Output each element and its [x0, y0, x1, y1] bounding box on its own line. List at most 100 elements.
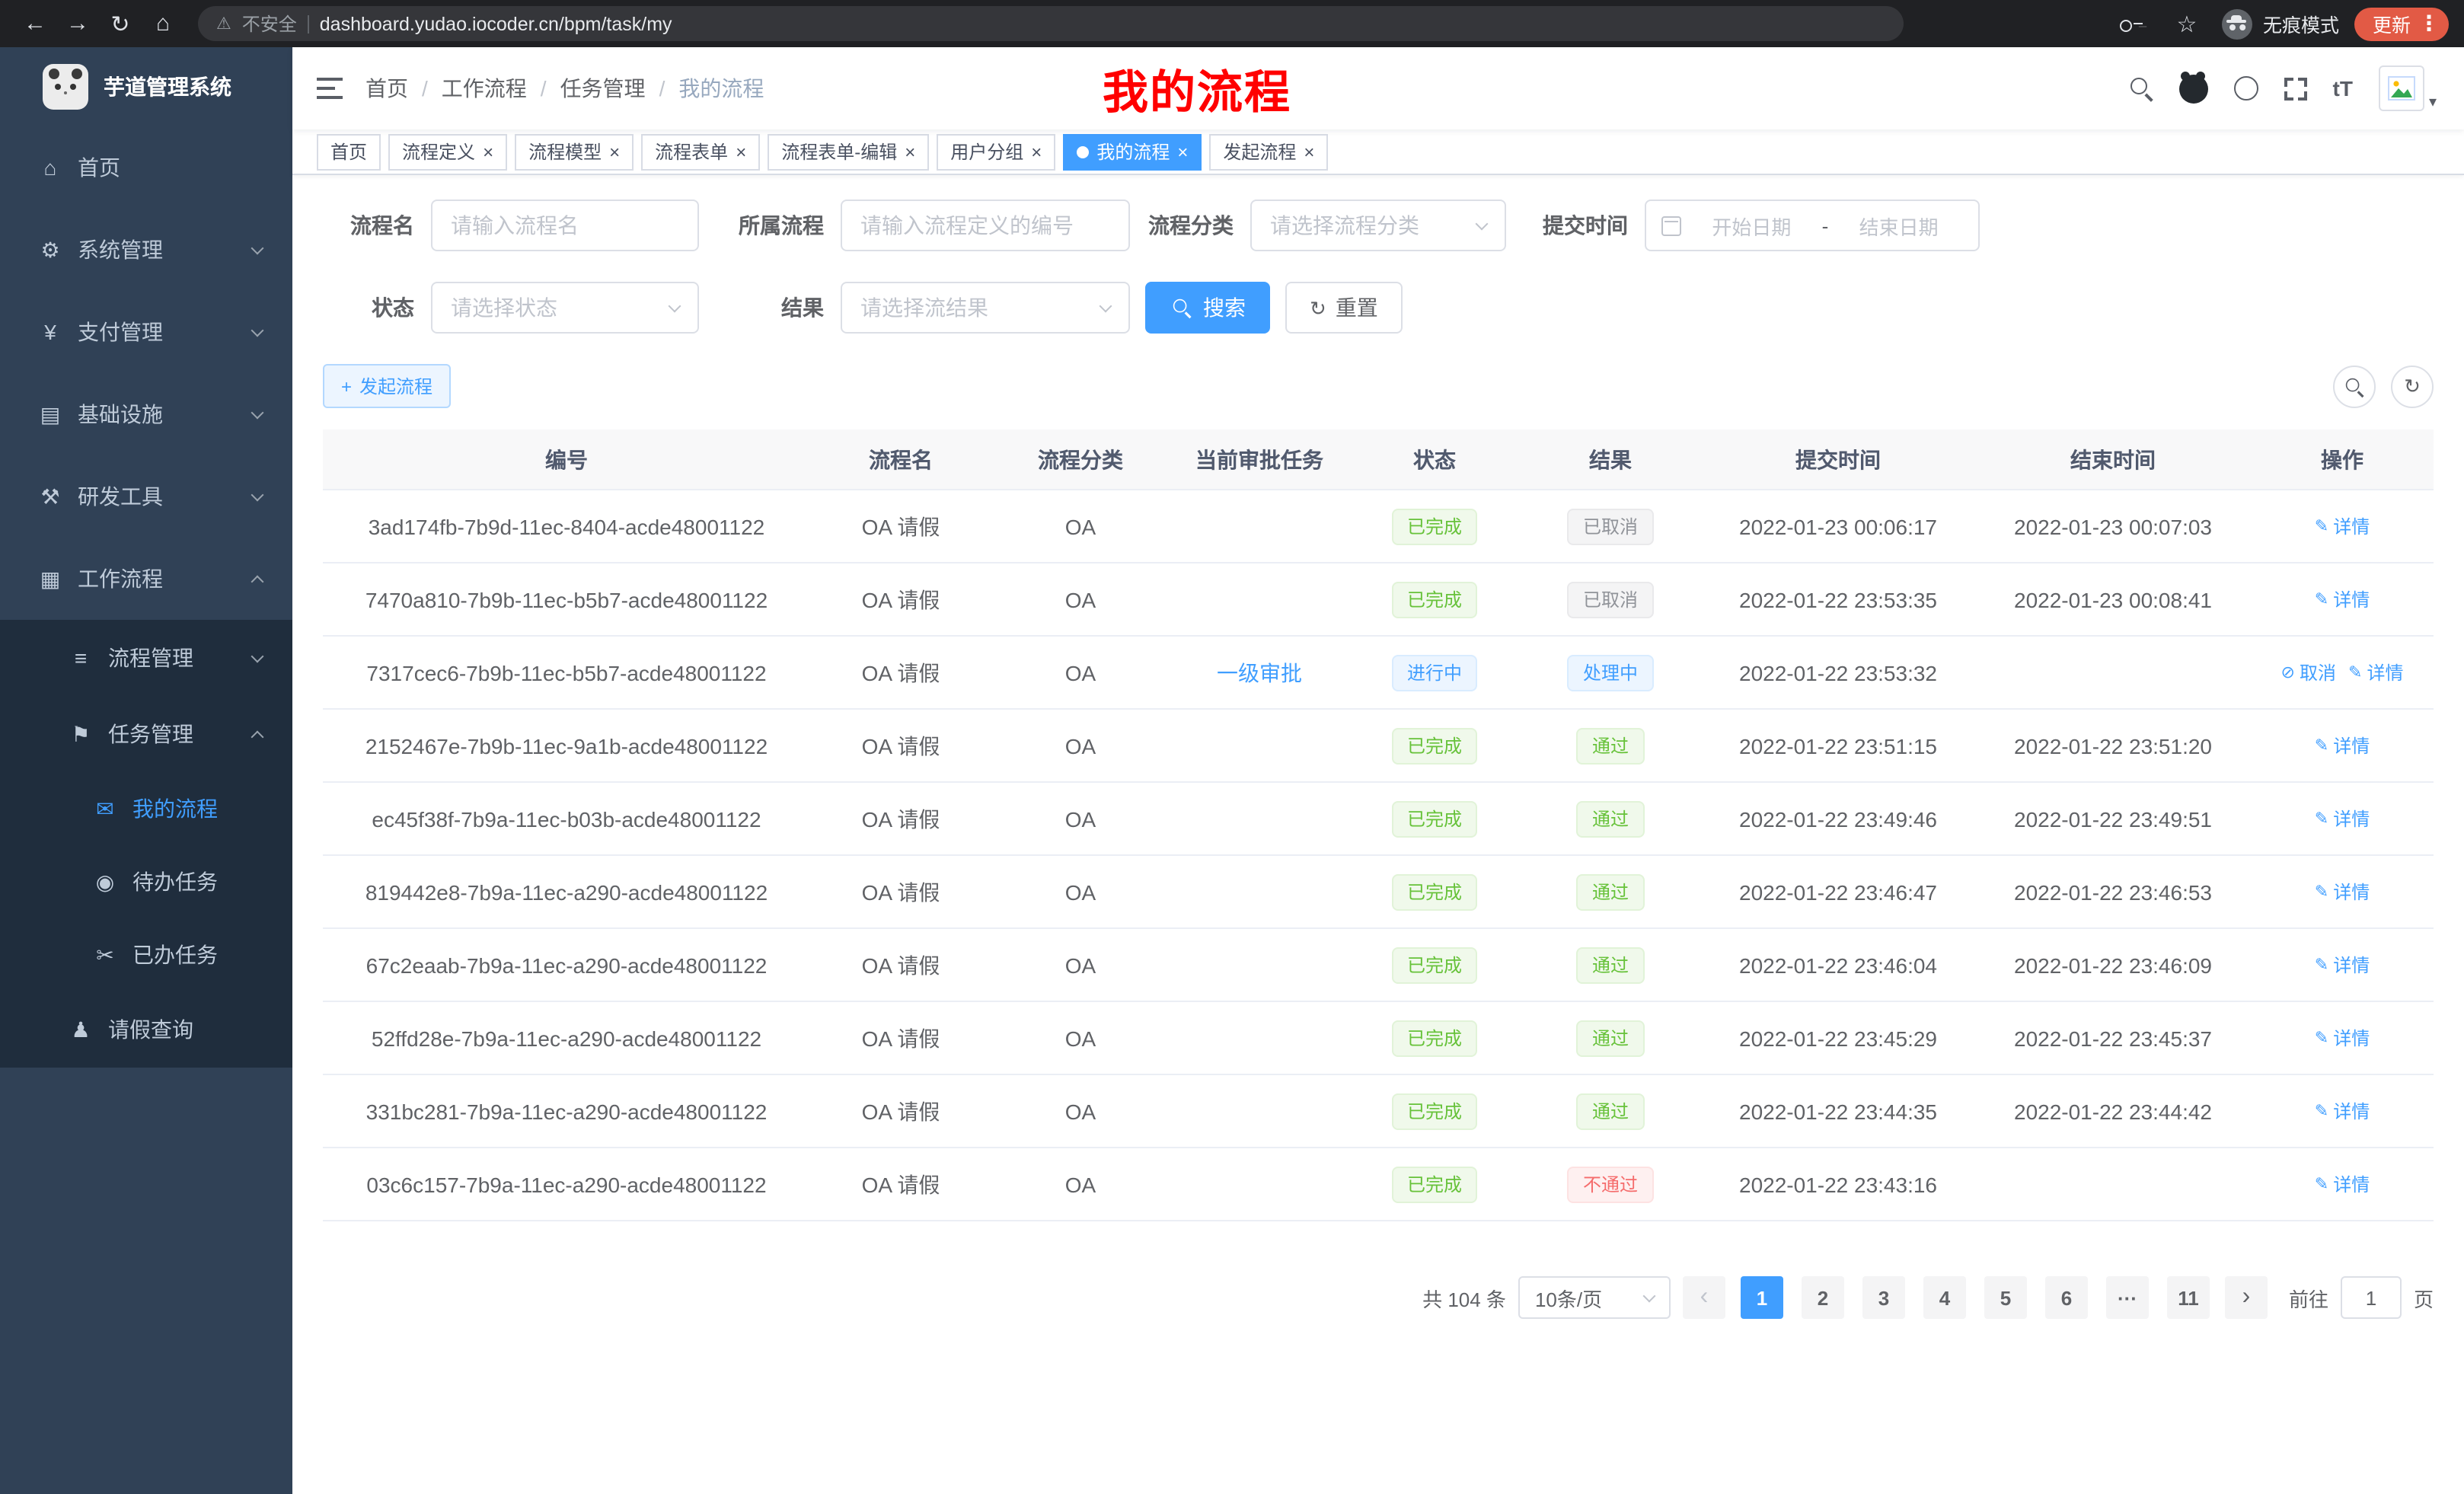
bookmark-star-icon[interactable]: ☆	[2167, 4, 2207, 43]
sidebar-collapse-icon[interactable]	[292, 47, 365, 129]
github-icon[interactable]	[2179, 74, 2208, 103]
sidebar-item-process-manage[interactable]: ≡流程管理	[0, 620, 292, 696]
close-icon[interactable]: ×	[1031, 142, 1042, 161]
detail-action-link[interactable]: ✎详情	[2315, 586, 2370, 612]
refresh-table-button[interactable]: ↻	[2391, 365, 2434, 407]
close-icon[interactable]: ×	[1177, 142, 1188, 161]
detail-action-link[interactable]: ✎详情	[2315, 513, 2370, 539]
search-icon	[2344, 376, 2364, 396]
page-number-5[interactable]: 5	[1984, 1276, 2027, 1319]
create-process-button[interactable]: + 发起流程	[323, 364, 451, 408]
status-tag: 进行中	[1392, 654, 1477, 691]
page-number-3[interactable]: 3	[1862, 1276, 1905, 1319]
browser-menu-icon[interactable]: ⋮	[2418, 11, 2440, 37]
next-page-button[interactable]: ›	[2225, 1276, 2268, 1319]
tab-2[interactable]: 流程模型×	[515, 133, 634, 170]
page-number-11[interactable]: 11	[2167, 1276, 2210, 1319]
page-number-6[interactable]: 6	[2045, 1276, 2088, 1319]
breadcrumb-item[interactable]: 任务管理	[560, 73, 646, 104]
tab-3[interactable]: 流程表单×	[641, 133, 760, 170]
process-name-input[interactable]	[431, 200, 699, 251]
sidebar-item-payment[interactable]: ¥支付管理	[0, 291, 292, 373]
sidebar-item-label: 请假查询	[108, 1014, 193, 1045]
sidebar-item-infrastructure[interactable]: ▤基础设施	[0, 373, 292, 455]
column-header: 结果	[1520, 429, 1701, 490]
help-icon[interactable]	[2234, 76, 2258, 101]
tab-7[interactable]: 发起流程×	[1209, 133, 1328, 170]
sidebar-item-todo-task[interactable]: ◉待办任务	[0, 845, 292, 918]
breadcrumb-item: 我的流程	[678, 73, 764, 104]
sidebar-item-done-task[interactable]: ✂已办任务	[0, 918, 292, 991]
user-avatar[interactable]: ▾	[2379, 65, 2437, 111]
table-toolbar: + 发起流程 ↻	[323, 364, 2434, 408]
sidebar-item-workflow[interactable]: ▦工作流程	[0, 538, 292, 620]
browser-home-icon[interactable]: ⌂	[143, 4, 183, 43]
status-select[interactable]: 请选择状态	[431, 282, 699, 334]
address-bar[interactable]: ⚠ 不安全 dashboard.yudao.iocoder.cn/bpm/tas…	[198, 6, 1904, 41]
sidebar-item-home[interactable]: ⌂首页	[0, 126, 292, 209]
cell-name: OA 请假	[810, 1002, 991, 1075]
sidebar-item-devtools[interactable]: ⚒研发工具	[0, 455, 292, 538]
goto-page-input[interactable]	[2341, 1276, 2402, 1319]
tab-1[interactable]: 流程定义×	[388, 133, 507, 170]
detail-action-link[interactable]: ✎详情	[2315, 879, 2370, 905]
tab-4[interactable]: 流程表单-编辑×	[768, 133, 929, 170]
cell-category: OA	[991, 490, 1170, 563]
breadcrumb-item[interactable]: 工作流程	[442, 73, 527, 104]
detail-action-link[interactable]: ✎详情	[2315, 1025, 2370, 1051]
cancel-action-link[interactable]: ⊘取消	[2281, 659, 2336, 685]
result-select[interactable]: 请选择流结果	[841, 282, 1130, 334]
breadcrumb-item[interactable]: 首页	[365, 73, 408, 104]
cell-category: OA	[991, 929, 1170, 1002]
edit-pencil-icon: ✎	[2315, 516, 2328, 536]
tab-6[interactable]: 我的流程×	[1063, 133, 1202, 170]
sidebar-item-task-manage[interactable]: ⚑任务管理	[0, 696, 292, 772]
process-id-input[interactable]	[841, 200, 1130, 251]
result-tag: 通过	[1577, 727, 1644, 764]
refresh-icon: ↻	[1310, 298, 1326, 318]
table-row: 7317cec6-7b9b-11ec-b5b7-acde48001122OA 请…	[323, 637, 2434, 710]
detail-action-link[interactable]: ✎详情	[2315, 806, 2370, 832]
reset-button[interactable]: ↻ 重置	[1285, 282, 1403, 334]
font-size-icon[interactable]: tT	[2333, 76, 2353, 101]
more-pages-button[interactable]: ···	[2106, 1276, 2149, 1319]
close-icon[interactable]: ×	[609, 142, 620, 161]
submit-time-range-picker[interactable]: 开始日期 - 结束日期	[1645, 200, 1980, 251]
annotation-title: 我的流程	[1103, 55, 1291, 122]
tab-5[interactable]: 用户分组×	[937, 133, 1055, 170]
sidebar-item-system[interactable]: ⚙系统管理	[0, 209, 292, 291]
browser-back-icon[interactable]: ←	[15, 4, 55, 43]
cell-submit-time: 2022-01-23 00:06:17	[1701, 490, 1975, 563]
detail-action-link[interactable]: ✎详情	[2315, 1098, 2370, 1124]
prev-page-button[interactable]: ‹	[1683, 1276, 1725, 1319]
cell-status: 已完成	[1349, 856, 1520, 929]
search-icon[interactable]	[2129, 76, 2153, 101]
detail-action-link[interactable]: ✎详情	[2348, 659, 2403, 685]
sidebar-item-my-process[interactable]: ✉我的流程	[0, 772, 292, 845]
search-button[interactable]: 搜索	[1145, 282, 1270, 334]
sidebar-item-leave-query[interactable]: ♟请假查询	[0, 991, 292, 1068]
browser-forward-icon[interactable]: →	[58, 4, 97, 43]
cell-status: 已完成	[1349, 563, 1520, 637]
tab-0[interactable]: 首页	[317, 133, 381, 170]
page-number-4[interactable]: 4	[1923, 1276, 1966, 1319]
close-icon[interactable]: ×	[483, 142, 493, 161]
current-task-link[interactable]: 一级审批	[1217, 657, 1302, 688]
category-select[interactable]: 请选择流程分类	[1250, 200, 1506, 251]
browser-reload-icon[interactable]: ↻	[101, 4, 140, 43]
plus-icon: +	[341, 375, 352, 397]
detail-action-link[interactable]: ✎详情	[2315, 1171, 2370, 1197]
page-number-2[interactable]: 2	[1802, 1276, 1844, 1319]
sidebar-item-label: 待办任务	[132, 867, 218, 897]
detail-action-link[interactable]: ✎详情	[2315, 952, 2370, 978]
page-size-select[interactable]: 10条/页	[1518, 1276, 1671, 1319]
toggle-search-button[interactable]	[2333, 365, 2376, 407]
close-icon[interactable]: ×	[736, 142, 746, 161]
fullscreen-icon[interactable]	[2284, 77, 2307, 100]
close-icon[interactable]: ×	[905, 142, 915, 161]
password-key-icon[interactable]	[2112, 4, 2152, 43]
close-icon[interactable]: ×	[1304, 142, 1314, 161]
detail-action-link[interactable]: ✎详情	[2315, 733, 2370, 758]
browser-update-button[interactable]: 更新 ⋮	[2354, 7, 2449, 40]
page-number-1[interactable]: 1	[1741, 1276, 1783, 1319]
